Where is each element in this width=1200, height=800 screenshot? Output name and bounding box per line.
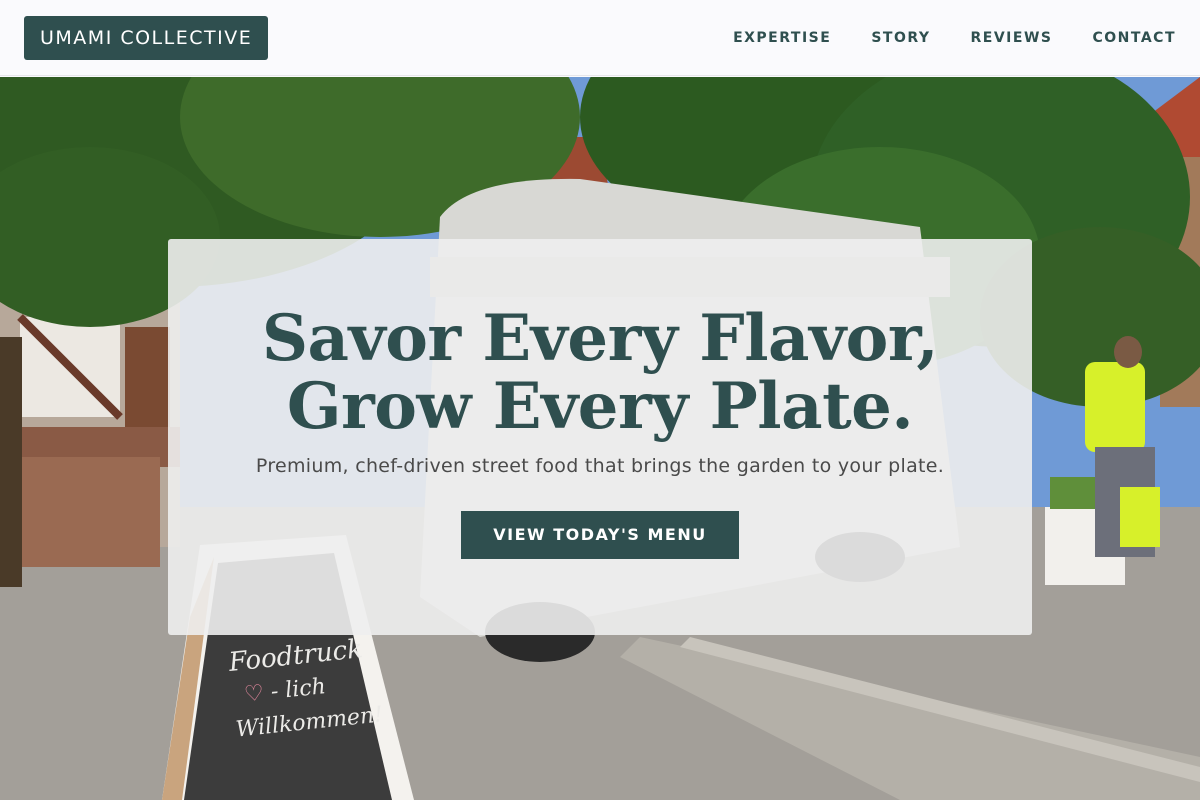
nav-link-contact[interactable]: CONTACT (1092, 30, 1176, 46)
heart-icon: ♡ (243, 680, 266, 708)
brand-logo[interactable]: UMAMI COLLECTIVE (24, 16, 269, 60)
main-nav: EXPERTISE STORY REVIEWS CONTACT (733, 0, 1176, 76)
nav-link-story[interactable]: STORY (871, 30, 930, 46)
chalkboard-text: Foodtruck ♡ - lich Willkommen! (227, 628, 407, 747)
headline-line-1: Savor Every Flavor, (261, 301, 939, 376)
hero-subtitle: Premium, chef-driven street food that br… (255, 455, 945, 477)
site-header: UMAMI COLLECTIVE EXPERTISE STORY REVIEWS… (0, 0, 1200, 76)
nav-link-reviews[interactable]: REVIEWS (971, 30, 1053, 46)
headline-line-2: Grow Every Plate. (286, 369, 914, 444)
chalkboard-line-2-text: - lich (269, 674, 327, 705)
hero-card: Savor Every Flavor, Grow Every Plate. Pr… (168, 239, 1032, 635)
view-menu-button[interactable]: VIEW TODAY'S MENU (461, 511, 739, 559)
nav-link-expertise[interactable]: EXPERTISE (733, 30, 831, 46)
hero-headline: Savor Every Flavor, Grow Every Plate. (168, 305, 1032, 441)
hero-section: Foodtruck ♡ - lich Willkommen! Savor Eve… (0, 77, 1200, 800)
